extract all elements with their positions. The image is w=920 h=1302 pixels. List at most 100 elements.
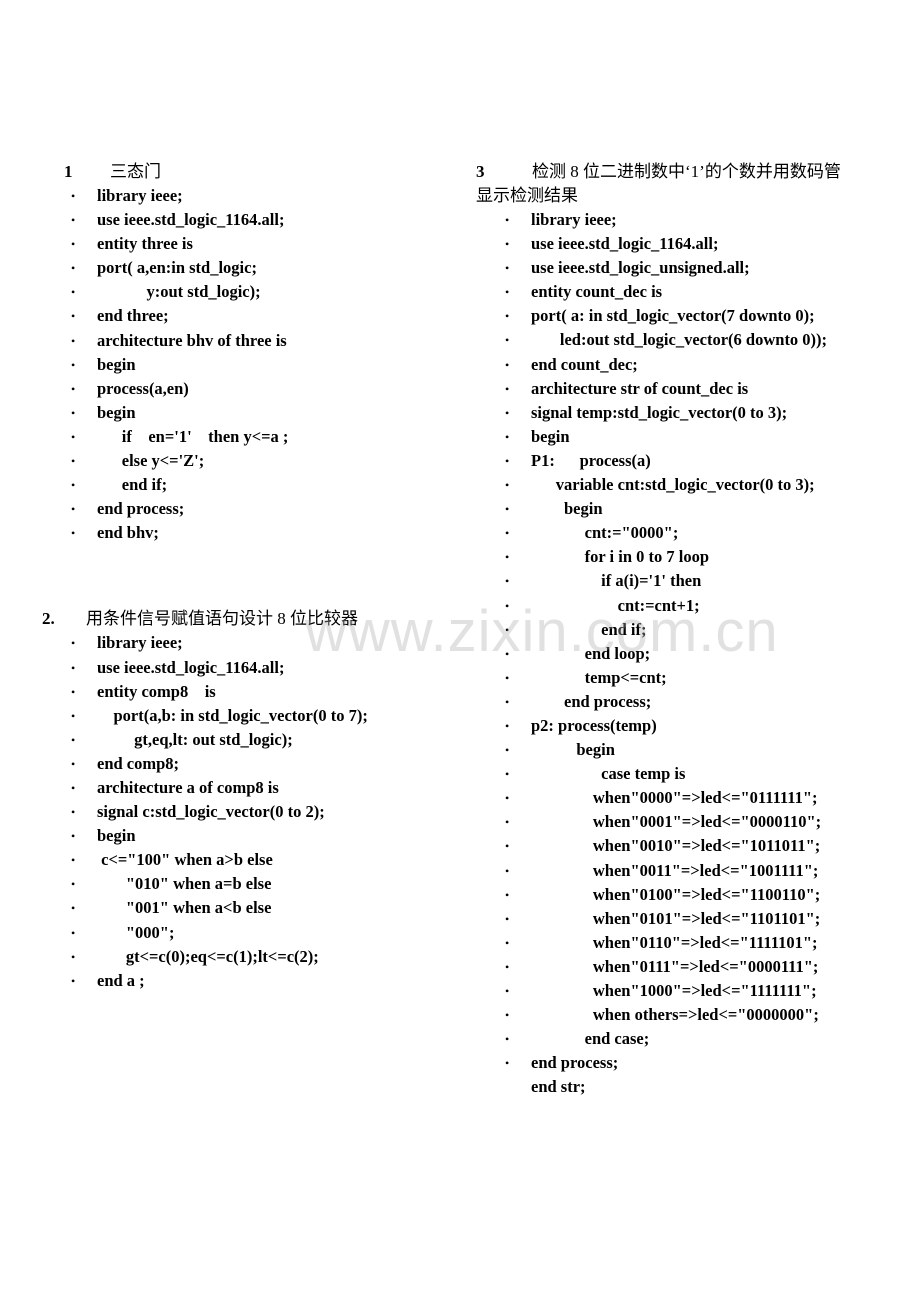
code-line: • "001" when a<b else bbox=[40, 896, 460, 920]
code-text: when"0001"=>led<="0000110"; bbox=[531, 812, 822, 832]
code-text: y:out std_logic); bbox=[97, 282, 261, 302]
code-line: • use ieee.std_logic_1164.all; bbox=[40, 656, 460, 680]
section-title: 检测 8 位二进制数中‘1’的个数并用数码管 bbox=[532, 162, 841, 181]
code-text: "010" when a=b else bbox=[97, 874, 272, 894]
bullet-icon: • bbox=[505, 887, 510, 902]
code-line: • end three; bbox=[40, 304, 460, 328]
bullet-icon: • bbox=[505, 309, 510, 324]
code-text: led:out std_logic_vector(6 downto 0)); bbox=[531, 330, 828, 350]
code-text: else y<='Z'; bbox=[97, 451, 205, 471]
bullet-icon: • bbox=[71, 502, 76, 517]
bullet-icon: • bbox=[505, 357, 510, 372]
code-text: case temp is bbox=[531, 764, 686, 784]
code-line: • entity three is bbox=[40, 232, 460, 256]
bullet-icon: • bbox=[71, 805, 76, 820]
bullet-icon: • bbox=[505, 381, 510, 396]
code-line: • entity comp8 is bbox=[40, 680, 460, 704]
code-line: • end if; bbox=[40, 473, 460, 497]
code-line: • use ieee.std_logic_1164.all; bbox=[40, 208, 460, 232]
bullet-icon: • bbox=[505, 574, 510, 589]
code-text: for i in 0 to 7 loop bbox=[531, 547, 709, 567]
bullet-icon: • bbox=[505, 478, 510, 493]
bullet-icon: • bbox=[505, 429, 510, 444]
code-text: port( a: in std_logic_vector(7 downto 0)… bbox=[531, 306, 815, 326]
code-line: • architecture bhv of three is bbox=[40, 329, 460, 353]
code-line: • gt<=c(0);eq<=c(1);lt<=c(2); bbox=[40, 945, 460, 969]
code-text: architecture a of comp8 is bbox=[97, 777, 279, 797]
section-number: 1 bbox=[64, 162, 73, 181]
code-text: begin bbox=[97, 354, 136, 374]
code-line: • signal temp:std_logic_vector(0 to 3); bbox=[476, 401, 896, 425]
bullet-icon: • bbox=[71, 853, 76, 868]
code-text: end process; bbox=[531, 691, 652, 711]
code-line: • end if; bbox=[476, 618, 896, 642]
bullet-icon: • bbox=[71, 636, 76, 651]
bullet-icon: • bbox=[505, 694, 510, 709]
code-line: • architecture a of comp8 is bbox=[40, 776, 460, 800]
code-text: use ieee.std_logic_unsigned.all; bbox=[531, 258, 750, 278]
code-text: when"0110"=>led<="1111101"; bbox=[531, 932, 818, 952]
code-text: gt,eq,lt: out std_logic); bbox=[97, 729, 293, 749]
code-text: when"0111"=>led<="0000111"; bbox=[531, 956, 819, 976]
code-line: • when"0101"=>led<="1101101"; bbox=[476, 907, 896, 931]
code-line: • process(a,en) bbox=[40, 377, 460, 401]
code-line: • if en='1' then y<=a ; bbox=[40, 425, 460, 449]
code-line: • when"0111"=>led<="0000111"; bbox=[476, 955, 896, 979]
code-text: process(a,en) bbox=[97, 378, 189, 398]
code-line: • signal c:std_logic_vector(0 to 2); bbox=[40, 800, 460, 824]
bullet-icon: • bbox=[505, 959, 510, 974]
code-text: end comp8; bbox=[97, 753, 180, 773]
code-text: cnt:="0000"; bbox=[531, 523, 679, 543]
bullet-icon: • bbox=[505, 718, 510, 733]
code-line: • port( a,en:in std_logic; bbox=[40, 256, 460, 280]
code-text: temp<=cnt; bbox=[531, 667, 667, 687]
bullet-icon: • bbox=[71, 732, 76, 747]
bullet-icon: • bbox=[71, 478, 76, 493]
code-line: • entity count_dec is bbox=[476, 280, 896, 304]
code-text: signal c:std_logic_vector(0 to 2); bbox=[97, 802, 325, 822]
bullet-icon: • bbox=[505, 622, 510, 637]
code-line: • end count_dec; bbox=[476, 353, 896, 377]
code-line: • when"0011"=>led<="1001111"; bbox=[476, 859, 896, 883]
bullet-icon: • bbox=[71, 405, 76, 420]
code-text: begin bbox=[531, 426, 570, 446]
bullet-icon: • bbox=[71, 309, 76, 324]
code-text: c<="100" when a>b else bbox=[97, 850, 273, 870]
code-line: • when"0010"=>led<="1011011"; bbox=[476, 834, 896, 858]
code-line: • P1: process(a) bbox=[476, 449, 896, 473]
code-text: when"1000"=>led<="1111111"; bbox=[531, 981, 817, 1000]
right-column: 3 检测 8 位二进制数中‘1’的个数并用数码管 显示检测结果 • library … bbox=[476, 160, 896, 1099]
code-line: • temp<=cnt; bbox=[476, 666, 896, 690]
code-line: • led:out std_logic_vector(6 downto 0)); bbox=[476, 328, 896, 352]
bullet-icon: • bbox=[505, 550, 510, 565]
code-line: • if a(i)='1' then bbox=[476, 569, 896, 593]
code-line: • when"0000"=>led<="0111111"; bbox=[476, 786, 896, 810]
code-text: library ieee; bbox=[97, 186, 183, 205]
code-text: "001" when a<b else bbox=[97, 898, 272, 918]
section-1-heading: 1 三态门 bbox=[40, 160, 460, 184]
code-line: • else y<='Z'; bbox=[40, 449, 460, 473]
bullet-icon: • bbox=[505, 405, 510, 420]
code-line: • cnt:=cnt+1; bbox=[476, 594, 896, 618]
code-text: use ieee.std_logic_1164.all; bbox=[97, 210, 285, 230]
code-text: end process; bbox=[531, 1053, 619, 1073]
code-line: • c<="100" when a>b else bbox=[40, 848, 460, 872]
bullet-icon: • bbox=[505, 863, 510, 878]
code-text: gt<=c(0);eq<=c(1);lt<=c(2); bbox=[97, 946, 319, 966]
section-title-cont: 显示检测结果 bbox=[476, 186, 578, 205]
code-line: • for i in 0 to 7 loop bbox=[476, 545, 896, 569]
code-line: • end a ; bbox=[40, 969, 460, 993]
code-text: use ieee.std_logic_1164.all; bbox=[97, 657, 285, 677]
code-text: end if; bbox=[531, 619, 647, 639]
code-text: architecture bhv of three is bbox=[97, 330, 287, 350]
code-text: end count_dec; bbox=[531, 354, 638, 374]
code-line: • when"0110"=>led<="1111101"; bbox=[476, 931, 896, 955]
code-text: library ieee; bbox=[531, 210, 617, 229]
code-line: • p2: process(temp) bbox=[476, 714, 896, 738]
section-ones-counter: 3 检测 8 位二进制数中‘1’的个数并用数码管 显示检测结果 • library … bbox=[476, 160, 896, 1099]
code-text: when"0010"=>led<="1011011"; bbox=[531, 836, 821, 856]
bullet-icon: • bbox=[505, 1056, 510, 1071]
code-line: • variable cnt:std_logic_vector(0 to 3); bbox=[476, 473, 896, 497]
code-line: • end process; bbox=[476, 690, 896, 714]
section-tristate-gate: 1 三态门 • library ieee; • use ieee.std_logic_1… bbox=[40, 160, 460, 545]
